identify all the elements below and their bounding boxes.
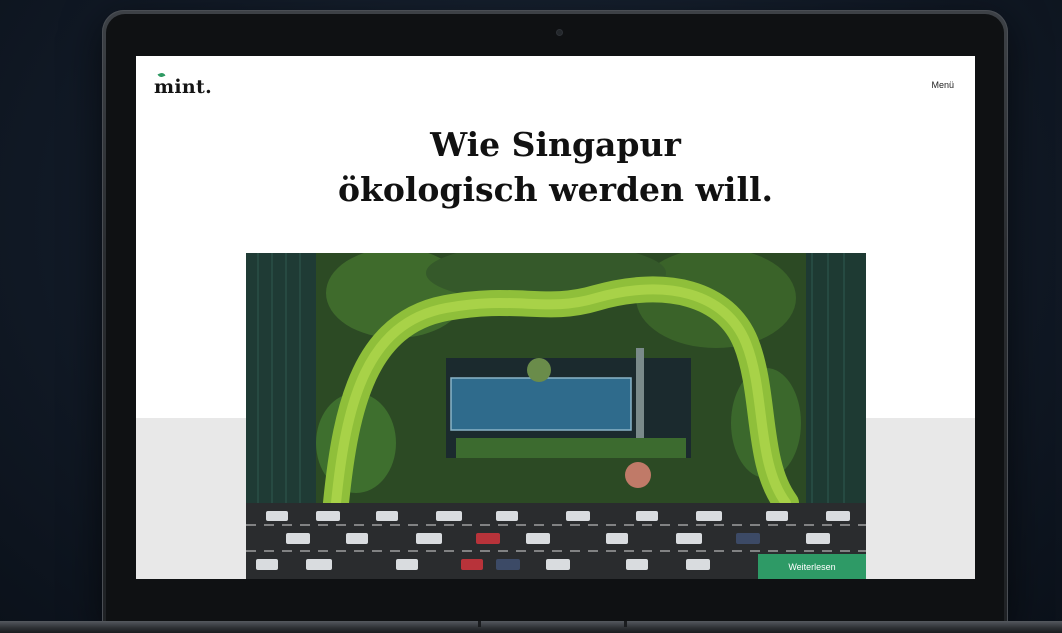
title-line-1: Wie Singapur [430, 125, 681, 164]
read-more-button[interactable]: Weiterlesen [758, 554, 866, 579]
menu-button[interactable]: Menü [931, 80, 954, 90]
hero-illustration [246, 253, 866, 579]
hinge-left [478, 621, 481, 627]
laptop-base [0, 621, 1062, 633]
webcam-icon [557, 30, 562, 35]
title-line-2: ökologisch werden will. [337, 170, 774, 209]
page-title: Wie Singapur ökologisch werden will. [136, 122, 975, 212]
site-logo[interactable]: mint. [154, 76, 212, 98]
hero-image [246, 253, 866, 579]
website-screen: mint. Menü Wie Singapur ökologisch werde… [136, 56, 975, 579]
hinge-right [624, 621, 627, 627]
